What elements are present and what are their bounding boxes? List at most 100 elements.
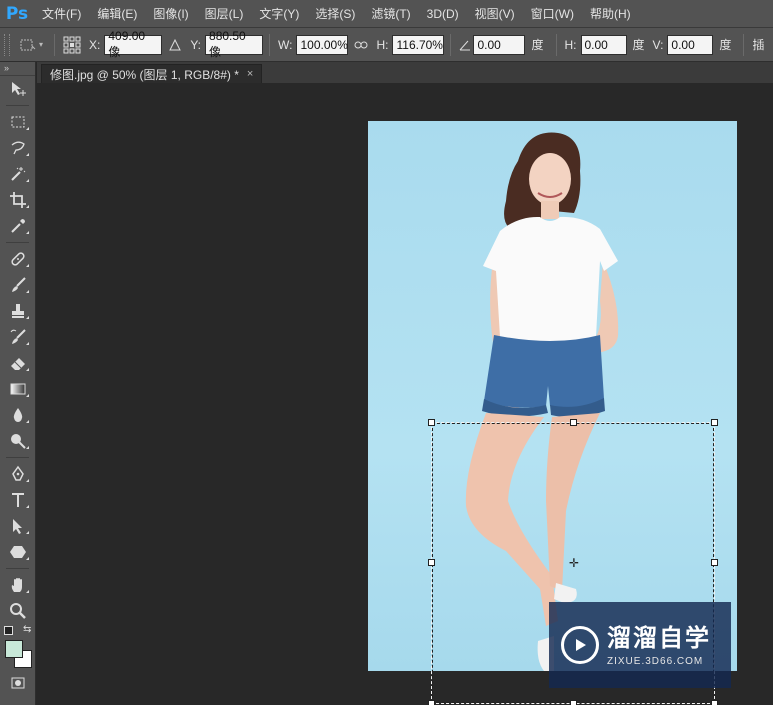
hand-tool[interactable]	[0, 572, 35, 598]
eraser-tool[interactable]	[0, 350, 35, 376]
eyedropper-tool[interactable]	[0, 213, 35, 239]
transform-handle-bottom-right[interactable]	[711, 700, 718, 705]
healing-brush-tool[interactable]	[0, 246, 35, 272]
tool-preset-picker[interactable]: ▾	[14, 37, 48, 53]
play-icon	[576, 639, 586, 651]
default-colors-icon[interactable]	[4, 626, 13, 635]
arrow-icon	[12, 519, 22, 534]
maintain-aspect-ratio-toggle[interactable]	[348, 40, 374, 50]
transform-handle-top-left[interactable]	[428, 419, 435, 426]
menu-edit[interactable]: 编辑(E)	[89, 0, 145, 28]
history-brush-icon	[10, 329, 26, 344]
menu-type[interactable]: 文字(Y)	[251, 0, 307, 28]
swap-colors-icon[interactable]: ⇆	[23, 624, 31, 635]
reference-point-icon	[63, 36, 81, 53]
divider	[450, 33, 452, 56]
blur-tool[interactable]	[0, 402, 35, 428]
angle-unit: 度	[531, 38, 544, 52]
height-field[interactable]: 116.70%	[392, 34, 445, 55]
lasso-tool[interactable]	[0, 135, 35, 161]
color-swatches: ⇆	[0, 624, 35, 668]
menu-bar: Ps 文件(F) 编辑(E) 图像(I) 图层(L) 文字(Y) 选择(S) 滤…	[0, 0, 773, 28]
bandage-icon	[10, 252, 25, 266]
interpolation-label[interactable]: 插	[752, 36, 764, 53]
eyedropper-icon	[10, 219, 25, 233]
width-field[interactable]: 100.00%	[296, 34, 349, 55]
divider	[6, 242, 29, 243]
divider	[54, 33, 55, 56]
dodge-tool[interactable]	[0, 428, 35, 454]
type-tool[interactable]	[0, 487, 35, 513]
zoom-tool[interactable]	[0, 598, 35, 624]
rotate-angle-field[interactable]: 0.00	[473, 34, 526, 55]
menu-image[interactable]: 图像(I)	[145, 0, 196, 28]
transform-handle-top-center[interactable]	[570, 419, 577, 426]
move-icon	[11, 82, 26, 96]
gradient-tool[interactable]	[0, 376, 35, 402]
triangle-icon	[169, 38, 182, 50]
stamp-icon	[11, 304, 24, 318]
skew-h-unit: 度	[632, 38, 645, 52]
menu-window[interactable]: 窗口(W)	[523, 0, 582, 28]
reference-point-locator[interactable]	[61, 36, 83, 54]
foreground-color-swatch[interactable]	[5, 640, 23, 658]
options-grip[interactable]	[4, 33, 10, 56]
eraser-icon	[10, 358, 25, 370]
rectangular-marquee-icon	[11, 116, 24, 128]
dodge-icon	[10, 434, 26, 449]
transform-handle-middle-left[interactable]	[428, 559, 435, 566]
menu-3d[interactable]: 3D(D)	[419, 0, 467, 28]
play-logo-icon	[561, 626, 599, 664]
menu-view[interactable]: 视图(V)	[467, 0, 523, 28]
collapse-panel-icon[interactable]: »	[0, 62, 35, 76]
crop-icon	[9, 192, 26, 208]
marquee-tool[interactable]	[0, 109, 35, 135]
transform-center-point-icon[interactable]: ✛	[569, 557, 579, 569]
quick-mask-icon	[11, 677, 24, 689]
type-icon	[11, 493, 24, 507]
pen-tool[interactable]	[0, 461, 35, 487]
shape-tool[interactable]	[0, 539, 35, 565]
document-tab-bar: 修图.jpg @ 50% (图层 1, RGB/8#) * ×	[37, 62, 773, 83]
skew-h-label: H:	[564, 37, 577, 52]
y-position-field[interactable]: 880.50 像	[205, 29, 264, 59]
move-tool[interactable]	[0, 76, 35, 102]
quick-mask-toggle[interactable]	[0, 670, 35, 696]
brush-tool[interactable]	[0, 272, 35, 298]
clone-stamp-tool[interactable]	[0, 298, 35, 324]
skew-v-label: V:	[652, 37, 664, 52]
document-tab[interactable]: 修图.jpg @ 50% (图层 1, RGB/8#) * ×	[41, 64, 263, 83]
x-position-field[interactable]: 409.00 像	[104, 29, 163, 59]
menu-help[interactable]: 帮助(H)	[582, 0, 639, 28]
crop-tool[interactable]	[0, 187, 35, 213]
transform-icon	[20, 39, 36, 50]
divider	[6, 457, 29, 458]
width-label: W:	[278, 37, 293, 52]
photoshop-logo: Ps	[5, 3, 29, 24]
transform-handle-bottom-center[interactable]	[570, 700, 577, 705]
height-label: H:	[376, 37, 389, 52]
transform-handle-top-right[interactable]	[711, 419, 718, 426]
menu-select[interactable]: 选择(S)	[307, 0, 363, 28]
skew-horizontal-field[interactable]: 0.00	[580, 34, 627, 55]
magic-wand-icon	[10, 167, 25, 181]
watermark-url: ZIXUE.3D66.COM	[607, 655, 704, 667]
menu-layer[interactable]: 图层(L)	[197, 0, 252, 28]
drop-icon	[13, 408, 22, 422]
history-brush-tool[interactable]	[0, 324, 35, 350]
path-selection-tool[interactable]	[0, 513, 35, 539]
relative-positioning-toggle[interactable]	[162, 38, 188, 51]
brush-icon	[11, 277, 26, 292]
pen-icon	[11, 465, 24, 481]
transform-handle-bottom-left[interactable]	[428, 700, 435, 705]
tools-panel: » ⇆	[0, 62, 36, 705]
close-icon[interactable]: ×	[247, 68, 253, 80]
divider	[6, 568, 29, 569]
magic-wand-tool[interactable]	[0, 161, 35, 187]
menu-file[interactable]: 文件(F)	[34, 0, 89, 28]
transform-handle-middle-right[interactable]	[711, 559, 718, 566]
skew-vertical-field[interactable]: 0.00	[667, 34, 714, 55]
menu-filter[interactable]: 滤镜(T)	[363, 0, 418, 28]
canvas-workspace[interactable]: ✛ 溜溜自学 ZIXUE.3D66.COM	[37, 83, 773, 705]
y-label: Y:	[190, 37, 202, 52]
